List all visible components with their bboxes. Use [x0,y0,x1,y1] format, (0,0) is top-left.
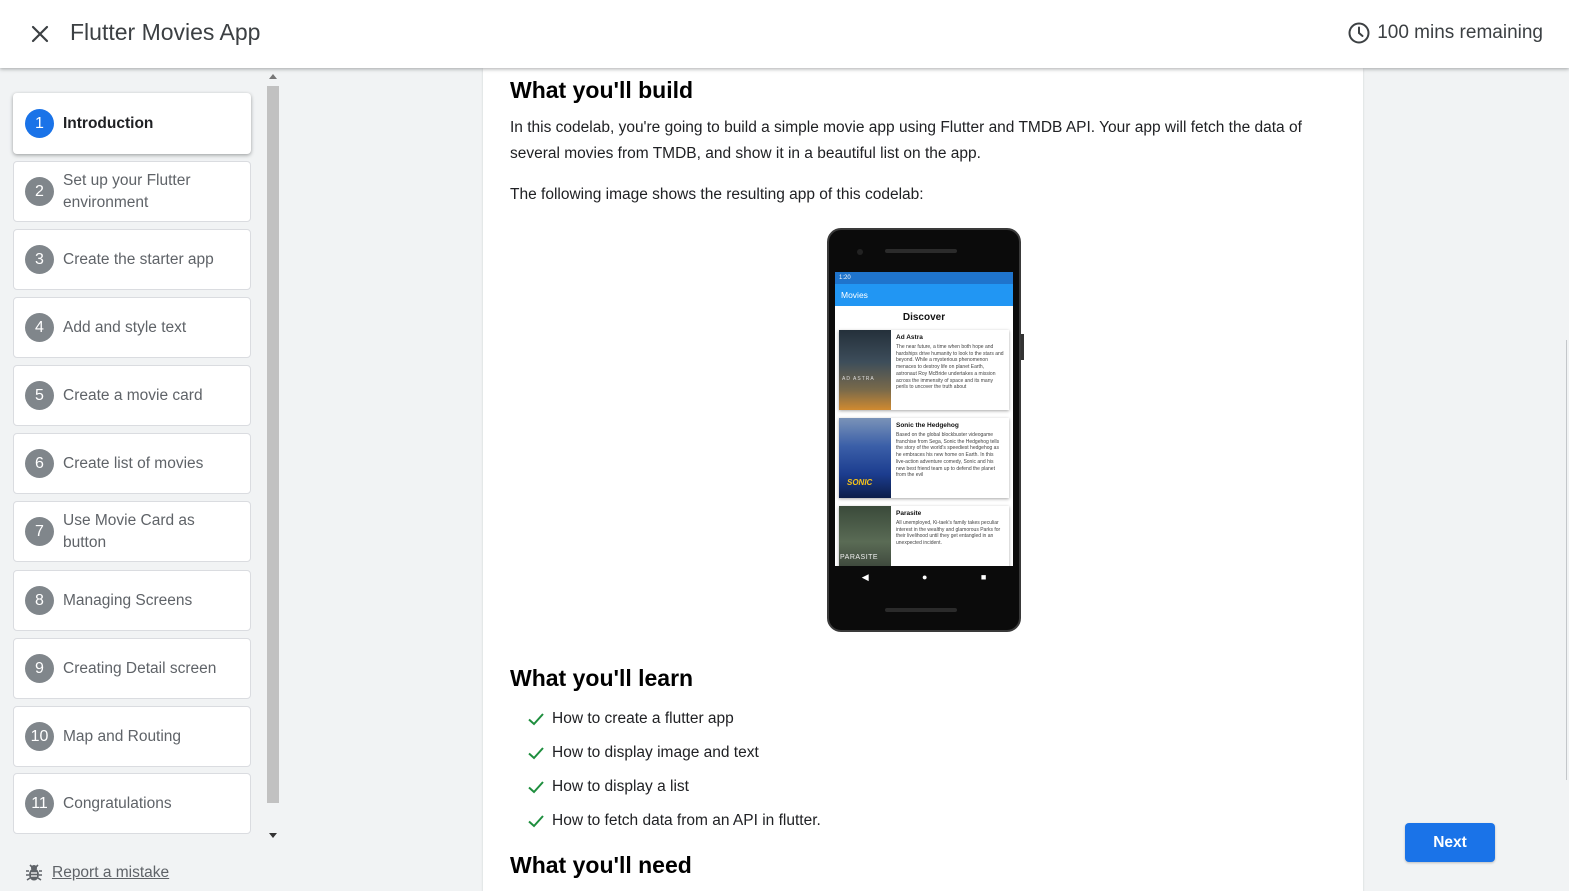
app-title: Flutter Movies App [70,19,261,45]
phone-status-bar: 1:20 [835,272,1013,284]
movie-description: The near future, a time when both hope a… [896,344,1004,391]
build-heading: What you'll build [510,77,694,103]
step-style-text[interactable]: 4 Add and style text [13,297,251,358]
poster-text: PARASITE [840,554,879,561]
phone-app-bar: Movies [835,284,1013,306]
learn-heading: What you'll learn [510,665,694,691]
movie-card: PARASITE Parasite All unemployed, Ki-tae… [839,506,1009,566]
list-item: How to fetch data from an API in flutter… [527,804,821,838]
learn-item-text: How to display a list [552,778,689,795]
phone-nav-bar: ◀ ● ■ [835,566,1013,588]
phone-side-button [1021,334,1024,360]
step-number: 8 [25,586,54,615]
bug-icon [26,864,42,881]
step-label: Create list of movies [63,454,204,472]
learn-list: How to create a flutter app How to displ… [527,702,821,838]
movie-card: SONIC Sonic the Hedgehog Based on the gl… [839,418,1009,498]
step-number: 9 [25,654,54,683]
list-item: How to display image and text [527,736,821,770]
step-movie-card[interactable]: 5 Create a movie card [13,365,251,426]
clock-icon [1348,22,1370,44]
scroll-up-icon[interactable] [269,74,277,79]
learn-item-text: How to create a flutter app [552,710,734,727]
back-nav-icon: ◀ [861,571,869,582]
next-button[interactable]: Next [1405,823,1495,862]
step-list-movies[interactable]: 6 Create list of movies [13,433,251,494]
step-number: 2 [25,177,54,206]
home-nav-icon: ● [922,572,928,582]
phone-bottom-grill [885,608,957,612]
recents-nav-icon: ■ [980,572,987,582]
step-label: Introduction [63,114,154,132]
movie-description: All unemployed, Ki-taek's family takes p… [896,520,1001,547]
learn-item-text: How to display image and text [552,744,759,761]
step-managing-screens[interactable]: 8 Managing Screens [13,570,251,631]
movie-card: AD ASTRA Ad Astra The near future, a tim… [839,330,1009,410]
step-congratulations[interactable]: 11 Congratulations [13,773,251,834]
image-caption: The following image shows the resulting … [510,186,924,203]
phone-screenshot: 1:20 Movies Discover AD ASTRA Ad Astra T… [827,228,1024,632]
phone-discover-title: Discover [902,312,946,323]
step-label: Add and style text [63,318,187,336]
poster-text: SONIC [847,478,873,487]
movie-title: Parasite [896,510,922,517]
list-item: How to create a flutter app [527,702,821,736]
step-label: Set up your Flutter environment [63,171,191,211]
scroll-down-icon[interactable] [269,833,277,838]
movie-poster-parasite: PARASITE [839,506,891,566]
learn-item-text: How to fetch data from an API in flutter… [552,812,821,829]
movie-title: Ad Astra [896,334,923,341]
sidebar-scrollbar[interactable] [266,71,280,838]
step-map-routing[interactable]: 10 Map and Routing [13,706,251,767]
report-mistake-link[interactable]: Report a mistake [24,863,169,883]
check-icon [528,747,544,760]
step-number: 7 [25,517,54,546]
step-label: Use Movie Card as button [63,511,195,551]
list-item: How to display a list [527,770,821,804]
check-icon [528,815,544,828]
report-mistake-text: Report a mistake [52,864,170,881]
step-number: 3 [25,245,54,274]
step-number: 4 [25,313,54,342]
camera-dot [857,249,863,255]
movie-poster-sonic: SONIC [839,418,891,498]
step-introduction[interactable]: 1 Introduction [13,93,251,154]
step-detail-screen[interactable]: 9 Creating Detail screen [13,638,251,699]
step-number: 11 [25,789,54,818]
check-icon [528,713,544,726]
step-card-button[interactable]: 7 Use Movie Card as button [13,501,251,562]
timer-text: 100 mins remaining [1377,22,1543,43]
step-label: Map and Routing [63,727,182,745]
step-number: 1 [25,109,54,138]
step-number: 10 [25,722,54,751]
step-setup-environment[interactable]: 2 Set up your Flutter environment [13,161,251,222]
step-number: 6 [25,449,54,478]
top-bar: Flutter Movies App 100 mins remaining [0,0,1569,68]
movie-title: Sonic the Hedgehog [896,422,959,429]
speaker-grill [885,249,957,253]
check-icon [528,781,544,794]
poster-text: AD ASTRA [842,376,875,382]
movie-description: Based on the global blockbuster videogam… [896,432,1000,479]
movie-poster-ad-astra: AD ASTRA [839,330,891,410]
step-label: Congratulations [63,794,172,812]
step-label: Create the starter app [63,250,214,268]
steps-sidebar: 1 Introduction 2 Set up your Flutter env… [0,68,283,891]
time-remaining: 100 mins remaining [1347,21,1543,45]
step-starter-app[interactable]: 3 Create the starter app [13,229,251,290]
codelab-content: What you'll build In this codelab, you'r… [483,68,1363,891]
step-label: Managing Screens [63,591,193,609]
step-label: Create a movie card [63,386,203,404]
need-heading: What you'll need [510,852,692,878]
page-edge-divider [1566,340,1567,780]
close-icon[interactable] [26,20,54,48]
step-number: 5 [25,381,54,410]
phone-screen: 1:20 Movies Discover AD ASTRA Ad Astra T… [835,272,1013,566]
scroll-thumb[interactable] [267,86,279,803]
step-label: Creating Detail screen [63,659,217,677]
build-paragraph: In this codelab, you're going to build a… [510,119,1302,162]
